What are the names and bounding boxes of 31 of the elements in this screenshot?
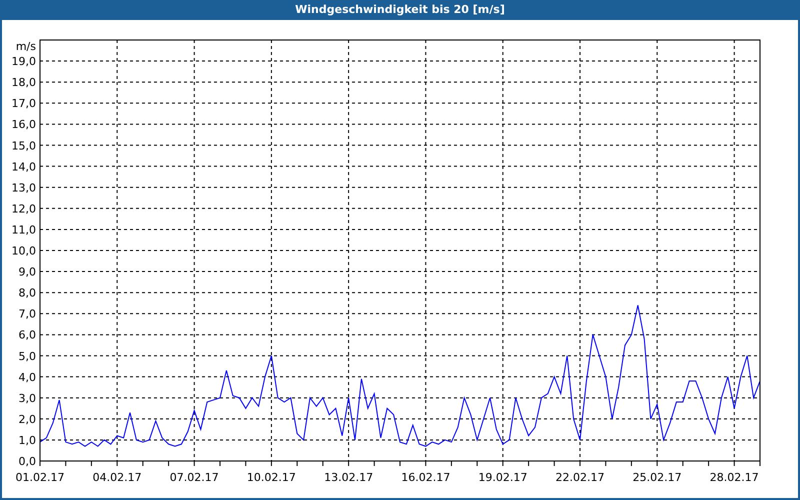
x-tick-label: 25.02.17 (632, 471, 682, 484)
x-tick-label: 07.02.17 (170, 471, 219, 484)
y-tick-label: 19,0 (12, 55, 36, 68)
y-tick-label: 15,0 (12, 139, 36, 152)
y-axis-label: m/s (16, 40, 36, 53)
y-tick-label: 7,0 (18, 308, 36, 321)
x-tick-label: 28.02.17 (710, 471, 759, 484)
x-tick-label: 10.02.17 (246, 471, 296, 484)
y-tick-label: 13,0 (12, 181, 36, 194)
y-tick-label: 10,0 (12, 244, 36, 258)
x-tick-label: 04.02.17 (92, 471, 142, 484)
y-tick-label: 5,0 (18, 350, 36, 363)
y-tick-label: 11,0 (12, 223, 36, 236)
y-tick-label: 18,0 (12, 76, 36, 90)
y-tick-label: 9,0 (18, 266, 36, 279)
y-tick-label: 8,0 (18, 286, 36, 300)
y-tick-label: 4,0 (18, 370, 36, 384)
y-tick-label: 17,0 (12, 97, 36, 110)
x-tick-label: 01.02.17 (16, 471, 64, 484)
y-tick-label: 1,0 (18, 434, 36, 447)
x-tick-label: 19.02.17 (478, 471, 528, 484)
y-tick-label: 16,0 (12, 118, 36, 132)
y-tick-label: 2,0 (18, 412, 36, 426)
y-tick-label: 6,0 (18, 328, 36, 342)
x-tick-label: 13.02.17 (324, 471, 374, 484)
y-tick-label: 14,0 (12, 160, 36, 174)
x-tick-label: 16.02.17 (401, 471, 450, 484)
y-tick-label: 0,0 (18, 455, 36, 468)
y-tick-label: 3,0 (18, 392, 36, 405)
y-tick-label: 12,0 (12, 202, 36, 216)
x-tick-label: 22.02.17 (556, 471, 604, 484)
